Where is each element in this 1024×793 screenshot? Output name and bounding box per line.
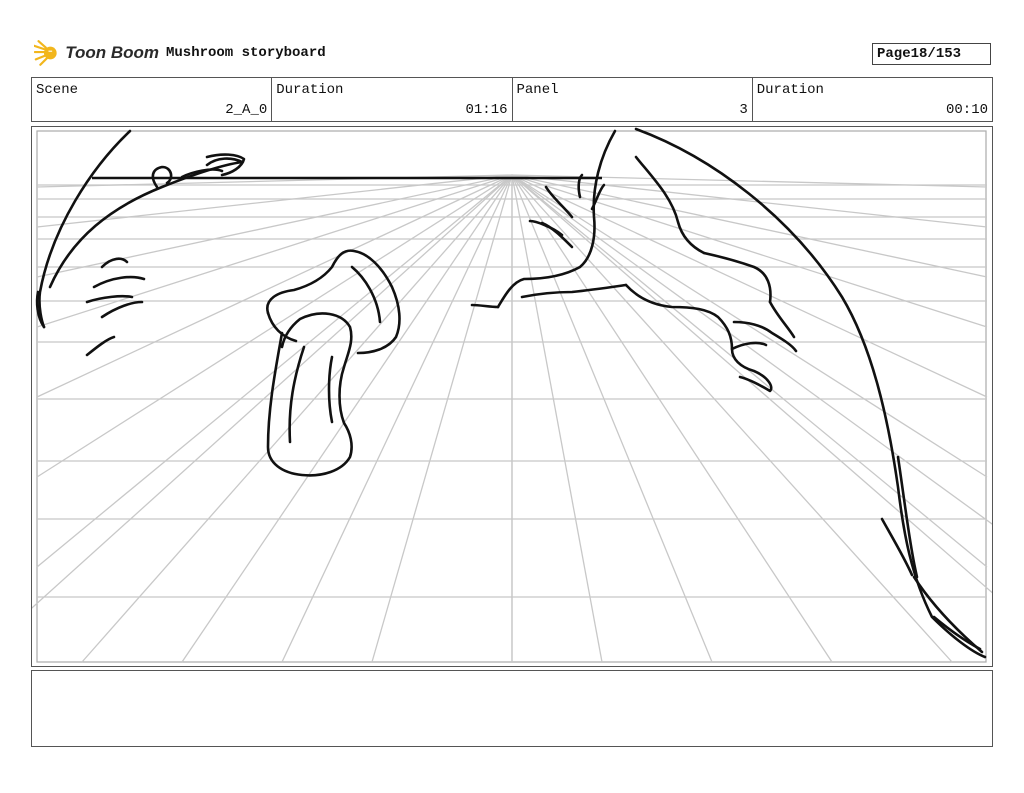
grid-ray (511, 174, 603, 663)
grid-ray (511, 174, 988, 398)
grid-ray (511, 174, 988, 478)
grid-ray (36, 174, 513, 228)
burst-icon (34, 40, 57, 66)
grid-ray (511, 174, 988, 228)
scene-duration-cell: Duration 01:16 (272, 78, 513, 121)
sketch-lines (35, 127, 987, 659)
panel-duration-value: 00:10 (945, 102, 988, 118)
mushroom-stem (266, 312, 353, 477)
panel-value: 3 (739, 102, 748, 118)
scene-label: Scene (36, 82, 79, 98)
grid-ray (36, 174, 513, 328)
page-indicator: Page 18/153 (872, 43, 991, 65)
scene-duration-label: Duration (276, 82, 344, 98)
panel-label: Panel (516, 82, 559, 98)
storyboard-title: Mushroom storyboard (166, 45, 326, 61)
grid-ray (181, 174, 513, 663)
grid-ray (371, 174, 513, 663)
scene-value: 2_A_0 (225, 102, 268, 118)
panel-notes-area[interactable] (31, 670, 993, 747)
grid-ray (511, 174, 988, 568)
grid-ray (511, 174, 833, 663)
creature-body (496, 129, 617, 309)
page-label: Page (877, 46, 911, 62)
grid-ray (32, 174, 513, 609)
storyboard-panel-frame (31, 126, 993, 667)
panel-cell: Panel 3 (513, 78, 753, 121)
logo-text: Toon Boom (65, 43, 159, 62)
grid-ray (36, 174, 513, 398)
grid-ray (81, 174, 513, 663)
panel-duration-label: Duration (756, 82, 824, 98)
grid-ray (511, 174, 988, 328)
toon-boom-logo: Toon Boom (34, 38, 159, 68)
panel-duration-cell: Duration 00:10 (753, 78, 992, 121)
panel-info-row: Scene 2_A_0 Duration 01:16 Panel 3 Durat… (31, 77, 993, 122)
scene-duration-value: 01:16 (465, 102, 508, 118)
scene-cell: Scene 2_A_0 (32, 78, 273, 121)
perspective-grid (32, 174, 992, 663)
storyboard-sketch (32, 127, 992, 663)
page-number: 18/153 (910, 46, 962, 62)
